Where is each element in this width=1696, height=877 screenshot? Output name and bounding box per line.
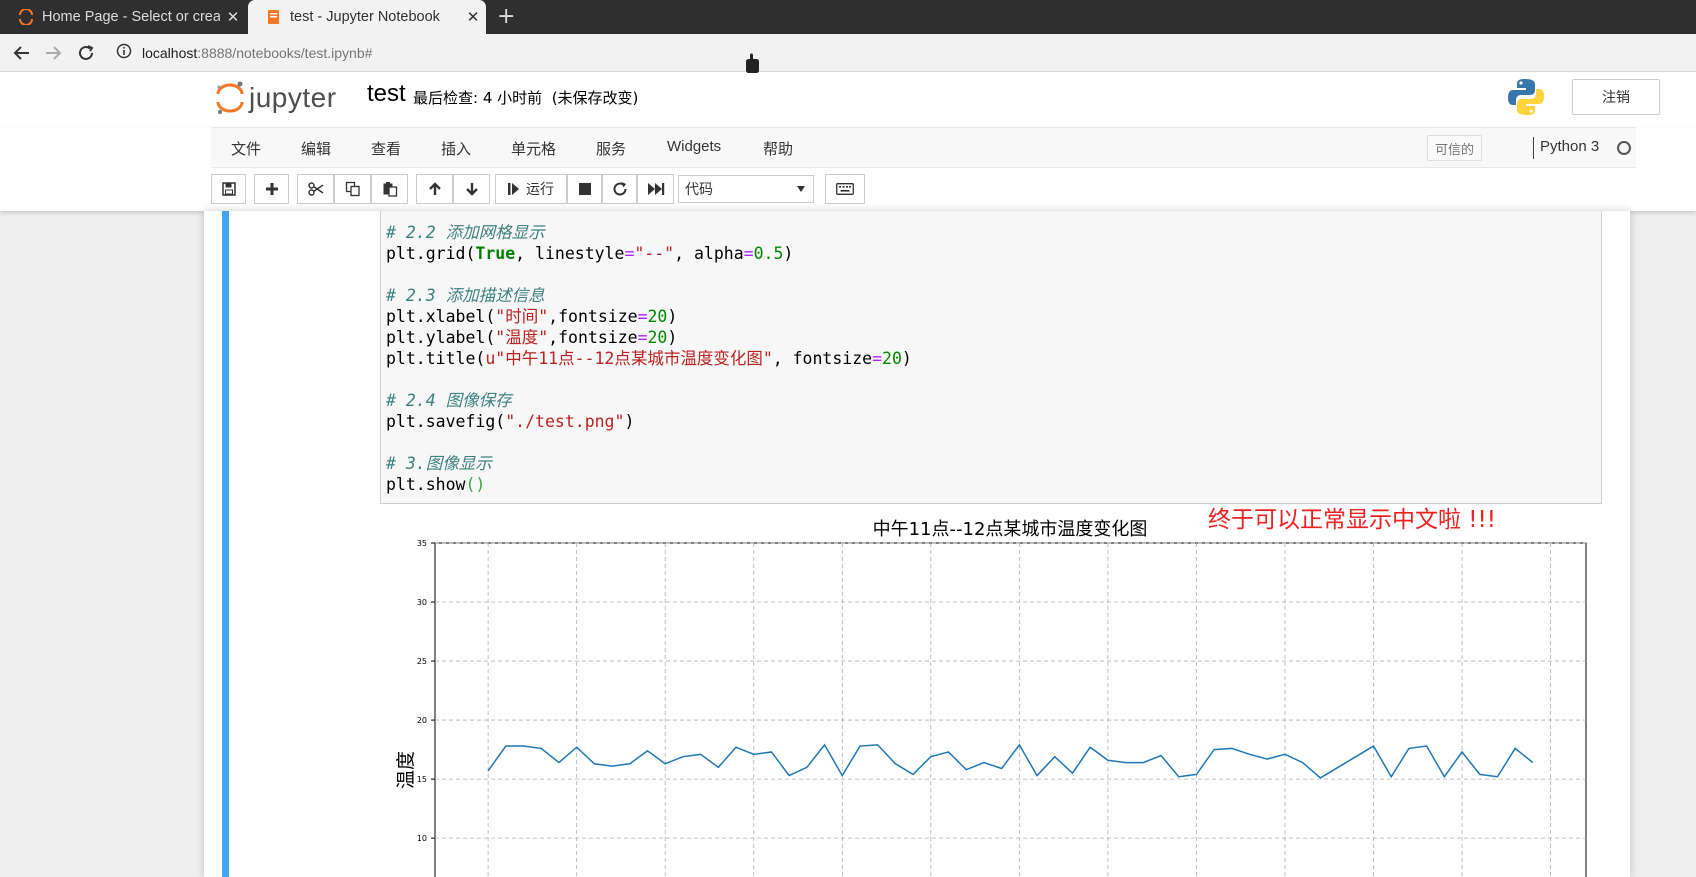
plus-icon xyxy=(265,183,278,195)
forward-icon[interactable] xyxy=(41,41,65,65)
copy-button[interactable] xyxy=(334,174,371,204)
fast-forward-icon xyxy=(647,183,664,195)
menu-widgets[interactable]: Widgets xyxy=(667,138,721,155)
address-bar: localhost:8888/notebooks/test.ipynb# xyxy=(0,34,1696,72)
move-up-button[interactable] xyxy=(416,174,453,204)
run-label: 运行 xyxy=(526,182,554,198)
back-icon[interactable] xyxy=(10,41,34,65)
arrow-up-icon xyxy=(428,182,441,195)
chart-y-axis: 10 15 20 25 30 35 xyxy=(417,539,435,843)
insert-cell-button[interactable] xyxy=(254,174,289,204)
new-tab-icon[interactable]: + xyxy=(497,4,515,29)
save-button[interactable] xyxy=(211,174,246,204)
close-tab-icon[interactable]: ✕ xyxy=(220,8,246,26)
menu-help[interactable]: 帮助 xyxy=(763,138,793,159)
cut-button[interactable] xyxy=(297,174,334,204)
selected-cell-indicator xyxy=(222,211,229,877)
unsaved-status: (未保存改变) xyxy=(551,89,639,107)
code-line-1: # 2.2 添加网格显示 xyxy=(386,223,545,242)
url-host: localhost xyxy=(142,44,198,61)
chart-y-tick-label: 15 xyxy=(417,775,427,784)
chart-y-tick-label: 30 xyxy=(417,598,427,607)
browser-tab-bar: Home Page - Select or create a notebook … xyxy=(0,0,1696,34)
menu-kernel[interactable]: 服务 xyxy=(596,138,626,159)
menu-toolbar-container: 文件 编辑 查看 插入 单元格 服务 Widgets 帮助 可信的 Python… xyxy=(0,127,1696,211)
info-icon[interactable] xyxy=(116,43,132,62)
menu-edit[interactable]: 编辑 xyxy=(301,138,331,159)
move-down-button[interactable] xyxy=(453,174,490,204)
reload-icon[interactable] xyxy=(74,41,98,65)
kernel-separator xyxy=(1533,137,1534,159)
code-line-13: plt.show() xyxy=(386,475,486,494)
code-line-9: # 2.4 图像保存 xyxy=(386,391,512,410)
jupyter-logo-text: jupyter xyxy=(249,82,337,113)
jupyter-logo-icon xyxy=(216,81,244,114)
temperature-line-chart: 10 15 20 25 30 35 中午11点--12点某城市温度变化图 温度 xyxy=(395,519,1587,877)
code-line-4: # 2.3 添加描述信息 xyxy=(386,286,545,305)
logout-button[interactable]: 注销 xyxy=(1572,79,1660,115)
menu-file[interactable]: 文件 xyxy=(231,138,261,159)
step-forward-icon xyxy=(508,183,519,195)
close-tab-icon[interactable]: ✕ xyxy=(460,8,486,26)
code-line-2: plt.grid(True, linestyle="--", alpha=0.5… xyxy=(386,244,794,263)
restart-run-all-button[interactable] xyxy=(637,174,674,204)
jupyter-header: jupyter test 最后检查: 4 小时前 (未保存改变) 注销 xyxy=(0,72,1696,127)
code-line-5: plt.xlabel("时间",fontsize=20) xyxy=(386,307,678,326)
stop-icon xyxy=(578,183,591,195)
menu-cell[interactable]: 单元格 xyxy=(511,138,556,159)
run-button[interactable]: 运行 xyxy=(495,174,567,204)
tab-title: test - Jupyter Notebook xyxy=(290,9,440,25)
chart-y-tick-label: 35 xyxy=(417,539,427,548)
browser-tab-test[interactable]: test - Jupyter Notebook ✕ xyxy=(248,0,486,34)
code-editor[interactable]: # 2.2 添加网格显示 plt.grid(True, linestyle="-… xyxy=(386,222,912,495)
kernel-idle-icon xyxy=(1617,141,1631,155)
cell-type-select[interactable]: 代码 xyxy=(678,175,814,203)
paste-icon xyxy=(383,182,397,197)
code-line-12: # 3.图像显示 xyxy=(386,454,492,473)
restart-button[interactable] xyxy=(602,174,637,204)
menu-view[interactable]: 查看 xyxy=(371,138,401,159)
kernel-name[interactable]: Python 3 xyxy=(1540,138,1599,155)
menu-insert[interactable]: 插入 xyxy=(441,138,471,159)
code-line-6: plt.ylabel("温度",fontsize=20) xyxy=(386,328,678,347)
trusted-indicator[interactable]: 可信的 xyxy=(1427,135,1483,161)
url-path: :8888/notebooks/test.ipynb# xyxy=(197,44,373,61)
scissors-icon xyxy=(307,182,323,196)
keyboard-icon xyxy=(836,183,854,195)
jupyter-favicon-icon xyxy=(18,9,34,25)
paste-button[interactable] xyxy=(371,174,408,204)
notebook-name[interactable]: test xyxy=(367,80,406,108)
restart-icon xyxy=(613,182,627,196)
chevron-down-icon xyxy=(797,186,805,192)
chart-y-tick-label: 20 xyxy=(417,716,427,725)
browser-tab-home[interactable]: Home Page - Select or create a notebook … xyxy=(0,0,246,34)
menubar: 文件 编辑 查看 插入 单元格 服务 Widgets 帮助 可信的 Python… xyxy=(211,127,1636,168)
save-icon xyxy=(221,182,236,196)
python-logo-icon xyxy=(1508,78,1544,120)
jupyter-logo[interactable]: jupyter xyxy=(215,80,337,116)
chart-ylabel: 温度 xyxy=(395,751,417,789)
arrow-down-icon xyxy=(465,183,478,196)
checkpoint-time: 最后检查: 4 小时前 xyxy=(413,89,543,107)
chart-plot-area xyxy=(434,542,1587,877)
chart-title: 中午11点--12点某城市温度变化图 xyxy=(873,519,1148,540)
code-line-7: plt.title(u"中午11点--12点某城市温度变化图", fontsiz… xyxy=(386,349,912,368)
url-field[interactable]: localhost:8888/notebooks/test.ipynb# xyxy=(116,43,372,62)
tab-title: Home Page - Select or create a notebook xyxy=(42,9,220,25)
checkpoint-status: 最后检查: 4 小时前 (未保存改变) xyxy=(413,87,638,108)
chart-y-tick-label: 25 xyxy=(417,657,427,666)
chart-y-tick-label: 10 xyxy=(417,834,427,843)
command-palette-button[interactable] xyxy=(825,174,865,204)
cell-type-value: 代码 xyxy=(685,182,713,198)
mouse-cursor-icon xyxy=(743,52,763,80)
copy-icon xyxy=(345,181,360,197)
code-line-10: plt.savefig("./test.png") xyxy=(386,412,635,431)
interrupt-button[interactable] xyxy=(567,174,602,204)
notebook-favicon-icon xyxy=(266,9,282,25)
